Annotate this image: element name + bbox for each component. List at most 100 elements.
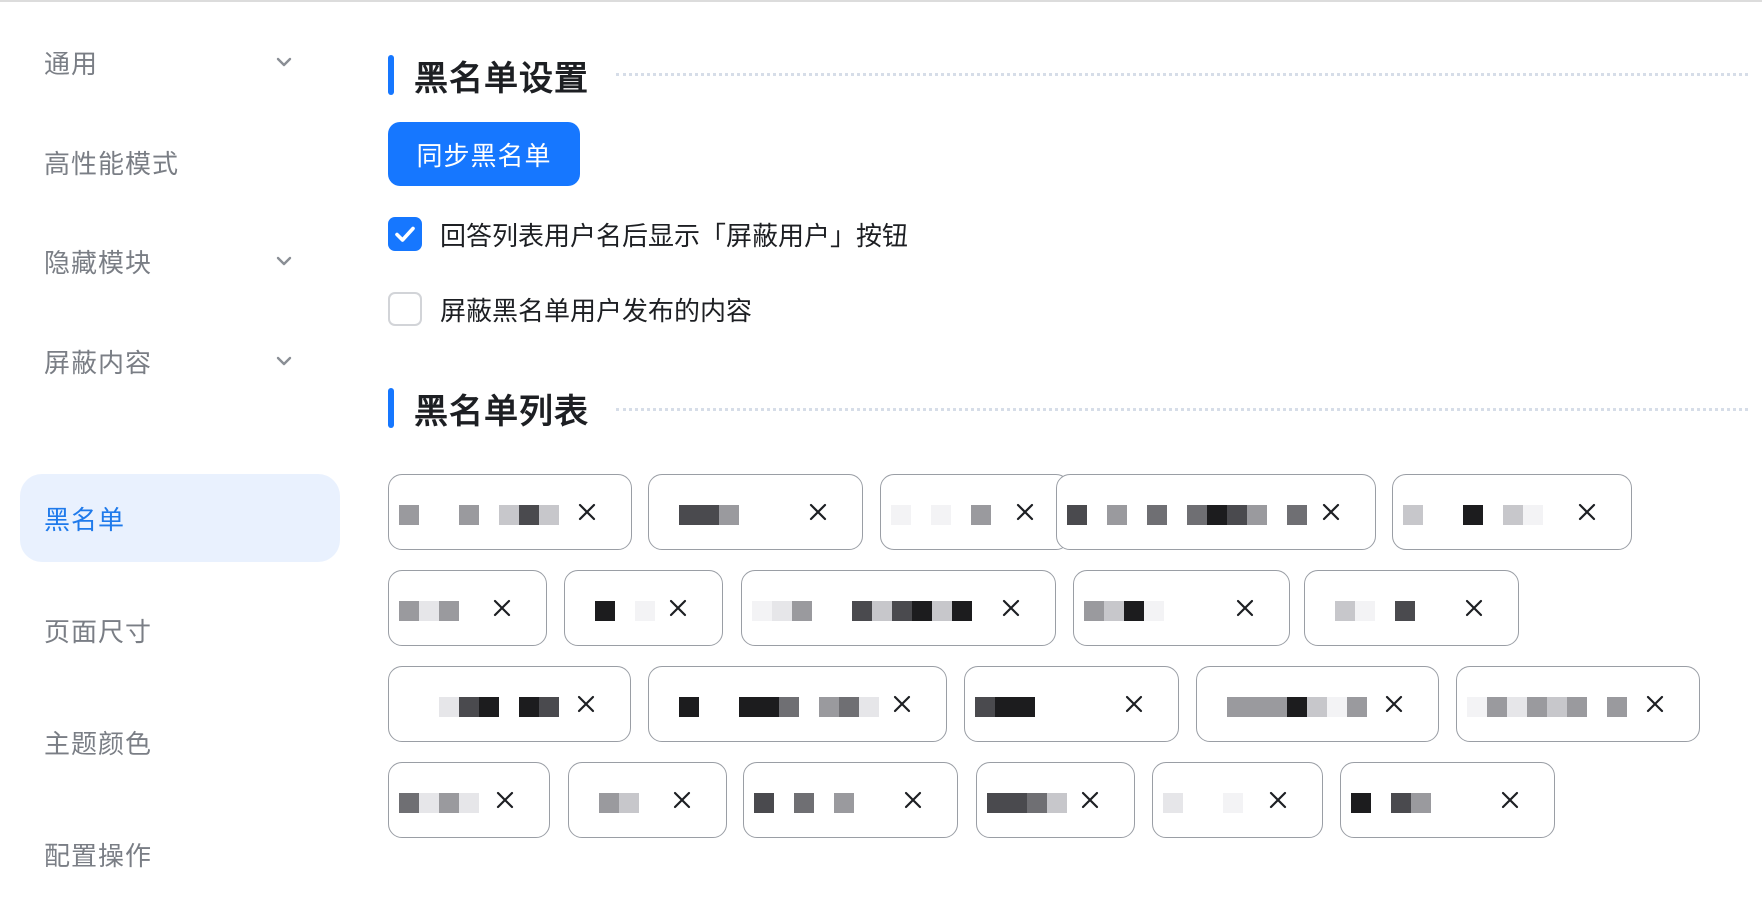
chevron-down-icon <box>276 57 292 67</box>
redacted-username <box>1084 589 1223 629</box>
redacted-username <box>1467 685 1633 725</box>
pixel-block <box>1144 601 1164 621</box>
sidebar-item-block-content[interactable]: 屏蔽内容 <box>20 317 340 405</box>
redacted-username <box>659 685 880 725</box>
close-icon[interactable] <box>1384 694 1404 714</box>
pixel-block <box>839 697 859 717</box>
pixel-block <box>819 697 839 717</box>
sidebar-item-page-size[interactable]: 页面尺寸 <box>20 586 340 674</box>
close-icon[interactable] <box>1577 502 1597 522</box>
pixel-block <box>1351 793 1371 813</box>
pixel-block <box>1227 697 1247 717</box>
pixel-block <box>891 505 911 525</box>
blacklist-tag <box>388 570 547 646</box>
pixel-block <box>439 793 459 813</box>
close-icon[interactable] <box>1235 598 1255 618</box>
pixel-block <box>539 505 559 525</box>
checkmark-icon <box>395 226 415 242</box>
redacted-username <box>579 781 660 821</box>
close-icon[interactable] <box>495 790 515 810</box>
close-icon[interactable] <box>808 502 828 522</box>
pixel-block <box>1327 697 1347 717</box>
sidebar-item-hide-modules[interactable]: 隐藏模块 <box>20 217 340 305</box>
close-icon[interactable] <box>1001 598 1021 618</box>
blacklist-tag <box>388 762 550 838</box>
pixel-block <box>1355 601 1375 621</box>
pixel-block <box>399 793 419 813</box>
redacted-username <box>975 685 1112 725</box>
pixel-block <box>595 601 615 621</box>
pixel-block <box>1523 505 1543 525</box>
option-block-blacklisted-content[interactable]: 屏蔽黑名单用户发布的内容 <box>388 290 752 328</box>
close-icon[interactable] <box>1124 694 1144 714</box>
pixel-block <box>459 793 479 813</box>
pixel-block <box>1247 505 1267 525</box>
close-icon[interactable] <box>892 694 912 714</box>
redacted-username <box>399 685 564 725</box>
redacted-username <box>752 589 989 629</box>
pixel-block <box>1007 793 1027 813</box>
close-icon[interactable] <box>1015 502 1035 522</box>
pixel-block <box>872 601 892 621</box>
close-icon[interactable] <box>1645 694 1665 714</box>
section-title: 黑名单列表 <box>414 391 589 432</box>
sidebar-item-label: 配置操作 <box>44 841 153 872</box>
sidebar-item-theme-color[interactable]: 主题颜色 <box>20 698 340 786</box>
redacted-username <box>1351 781 1488 821</box>
blacklist-tag <box>564 570 723 646</box>
pixel-block <box>1463 505 1483 525</box>
redacted-username <box>1315 589 1452 629</box>
pixel-block <box>1147 505 1167 525</box>
pixel-block <box>1287 505 1307 525</box>
blacklist-tag <box>1392 474 1632 550</box>
chevron-down-icon <box>276 356 292 366</box>
redacted-username <box>1067 493 1309 533</box>
option-show-block-button[interactable]: 回答列表用户名后显示「屏蔽用户」按钮 <box>388 215 908 253</box>
close-icon[interactable] <box>1500 790 1520 810</box>
pixel-block <box>1067 505 1087 525</box>
sync-blacklist-button[interactable]: 同步黑名单 <box>388 122 580 186</box>
pixel-block <box>479 697 499 717</box>
pixel-block <box>679 697 699 717</box>
close-icon[interactable] <box>1464 598 1484 618</box>
pixel-block <box>679 505 699 525</box>
section-accent-bar <box>388 388 394 428</box>
pixel-block <box>892 601 912 621</box>
redacted-username <box>1207 685 1372 725</box>
blacklist-tag <box>388 474 632 550</box>
pixel-block <box>459 697 479 717</box>
sidebar-item-label: 页面尺寸 <box>44 617 153 648</box>
chevron-down-icon <box>276 256 292 266</box>
close-icon[interactable] <box>577 502 597 522</box>
pixel-block <box>952 601 972 621</box>
pixel-block <box>439 697 459 717</box>
pixel-block <box>399 505 419 525</box>
sidebar-item-config-actions[interactable]: 配置操作 <box>20 810 340 898</box>
close-icon[interactable] <box>668 598 688 618</box>
close-icon[interactable] <box>1321 502 1341 522</box>
close-icon[interactable] <box>672 790 692 810</box>
pixel-block <box>599 793 619 813</box>
close-icon[interactable] <box>1268 790 1288 810</box>
close-icon[interactable] <box>903 790 923 810</box>
pixel-block <box>1267 697 1287 717</box>
checkbox-checked[interactable] <box>388 217 422 251</box>
blacklist-tag <box>648 666 947 742</box>
pixel-block <box>539 697 559 717</box>
sidebar-item-performance-mode[interactable]: 高性能模式 <box>20 118 340 206</box>
pixel-block <box>779 697 799 717</box>
close-icon[interactable] <box>492 598 512 618</box>
blacklist-tag <box>1340 762 1555 838</box>
close-icon[interactable] <box>1080 790 1100 810</box>
sidebar-item-blacklist[interactable]: 黑名单 <box>20 474 340 562</box>
pixel-block <box>1403 505 1423 525</box>
sidebar-item-general[interactable]: 通用 <box>20 18 340 106</box>
pixel-block <box>1227 505 1247 525</box>
checkbox-unchecked[interactable] <box>388 292 422 326</box>
blacklist-tag <box>648 474 863 550</box>
close-icon[interactable] <box>576 694 596 714</box>
pixel-block <box>1395 601 1415 621</box>
sidebar-item-label: 隐藏模块 <box>44 248 153 279</box>
section-header-blacklist-settings: 黑名单设置 <box>388 53 589 99</box>
settings-sidebar: 通用 高性能模式 隐藏模块 屏蔽内容 黑名单 页面尺寸 主题颜色 配置操作 <box>0 0 360 872</box>
